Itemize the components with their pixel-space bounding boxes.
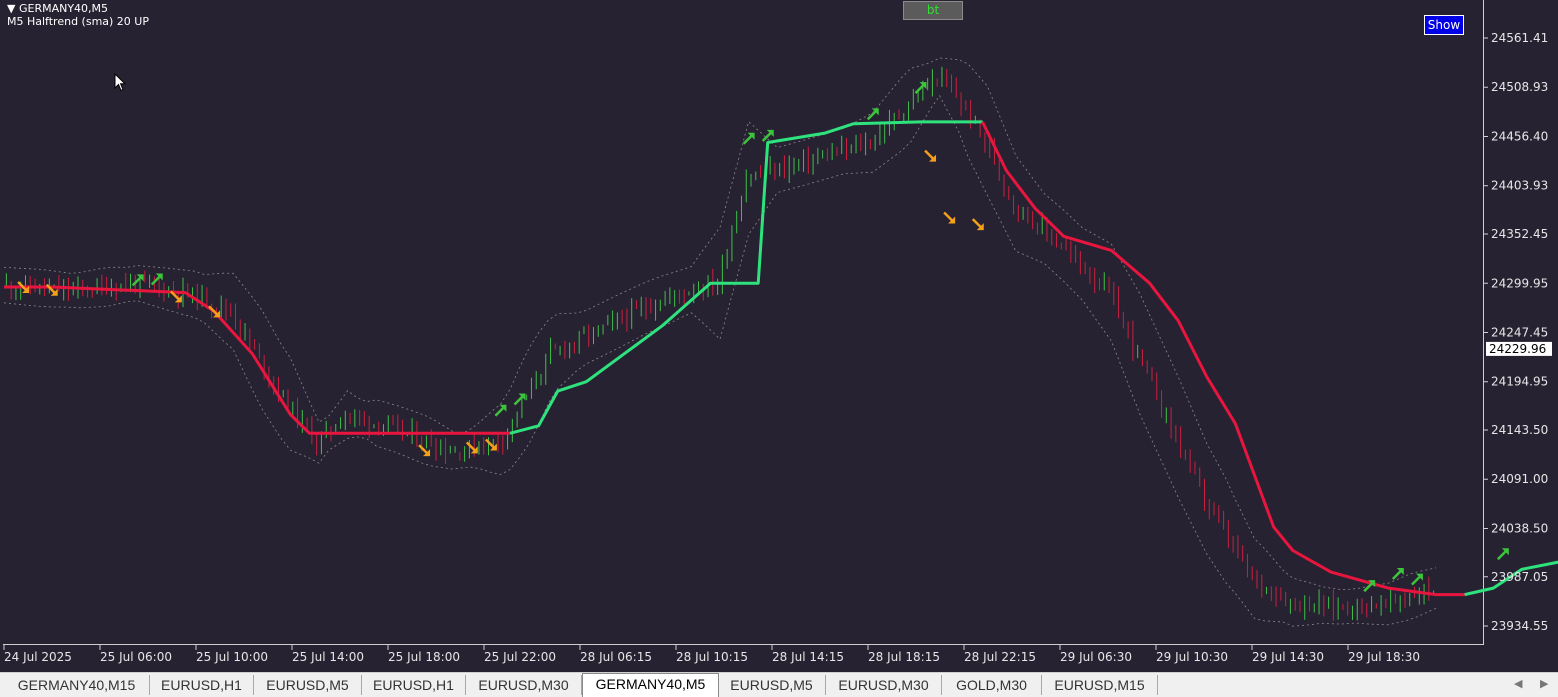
x-tick-label: 28 Jul 18:15 — [868, 650, 940, 664]
y-tick-label: 24299.95 — [1491, 276, 1548, 290]
upper-band — [3, 57, 1437, 590]
sell-arrow-icon — [418, 444, 431, 457]
y-tick-label: 24561.41 — [1491, 31, 1548, 45]
chart-tab[interactable]: GERMANY40,M15 — [4, 675, 150, 695]
x-tick-label: 29 Jul 10:30 — [1156, 650, 1228, 664]
buy-arrow-icon — [914, 82, 927, 94]
x-tick-label: 29 Jul 06:30 — [1060, 650, 1132, 664]
x-tick-label: 25 Jul 14:00 — [292, 650, 364, 664]
x-tick-label: 25 Jul 22:00 — [484, 650, 556, 664]
buy-arrow-icon — [131, 274, 144, 287]
y-tick-label: 24352.45 — [1491, 227, 1548, 241]
y-tick-label: 23934.55 — [1491, 619, 1548, 633]
chart-tab[interactable]: EURUSD,M5 — [254, 675, 362, 695]
x-tick-label: 28 Jul 10:15 — [676, 650, 748, 664]
y-tick-label: 24508.93 — [1491, 80, 1548, 94]
buy-arrow-icon — [150, 273, 163, 286]
show-button[interactable]: Show — [1424, 15, 1464, 35]
y-tick-label: 24091.00 — [1491, 472, 1548, 486]
sell-arrow-icon — [465, 441, 478, 454]
current-price-label: 24229.96 — [1489, 342, 1546, 356]
price-chart[interactable]: 24561.41 24508.93 24456.40 24403.93 24352.45… — [0, 0, 1558, 672]
indicator-title: M5 Halftrend (sma) 20 UP — [7, 15, 149, 28]
y-tick-label: 24194.95 — [1491, 375, 1548, 389]
chart-tab[interactable]: GOLD,M30 — [942, 675, 1042, 695]
x-tick-label: 28 Jul 14:15 — [772, 650, 844, 664]
x-tick-label: 25 Jul 18:00 — [388, 650, 460, 664]
sell-arrow-icon — [971, 218, 984, 231]
halftrend-down-line — [4, 285, 510, 435]
x-tick-label: 24 Jul 2025 — [4, 650, 72, 664]
sell-arrow-icon — [208, 305, 221, 318]
chart-tab-bar: ◀ ▶ GERMANY40,M15 EURUSD,H1 EURUSD,M5 EURUS… — [0, 672, 1558, 697]
mouse-cursor-icon — [114, 73, 126, 92]
symbol-title-text: GERMANY40,M5 — [18, 2, 109, 15]
sell-arrow-icon — [924, 149, 937, 162]
x-tick-label: 29 Jul 14:30 — [1252, 650, 1324, 664]
chart-tab[interactable]: EURUSD,M5 — [718, 675, 826, 695]
buy-arrow-icon — [494, 404, 507, 417]
symbol-title: ▼ GERMANY40,M5 — [7, 2, 108, 15]
lower-band — [3, 94, 1437, 627]
chart-tab[interactable]: EURUSD,H1 — [150, 675, 254, 695]
buy-arrow-icon — [866, 108, 879, 121]
x-tick-label: 25 Jul 06:00 — [100, 650, 172, 664]
y-tick-label: 24456.40 — [1491, 130, 1548, 144]
halftrend-up-line — [509, 120, 983, 435]
tab-scroll-left-icon[interactable]: ◀ — [1514, 677, 1522, 690]
buy-arrow-icon — [1496, 548, 1509, 561]
x-tick-label: 28 Jul 06:15 — [580, 650, 652, 664]
chart-tab[interactable]: EURUSD,M30 — [466, 675, 582, 695]
buy-arrow-icon — [1411, 573, 1423, 586]
bt-button[interactable]: bt — [903, 1, 963, 20]
x-tick-label: 25 Jul 10:00 — [196, 650, 268, 664]
x-tick-label: 29 Jul 18:30 — [1348, 650, 1420, 664]
chart-tab[interactable]: EURUSD,M30 — [826, 675, 942, 695]
y-tick-label: 24403.93 — [1491, 179, 1548, 193]
chart-tab[interactable]: GERMANY40,M5 — [582, 673, 719, 697]
sell-arrow-icon — [484, 438, 497, 451]
y-tick-label: 24038.50 — [1491, 521, 1548, 535]
chart-tab[interactable]: EURUSD,M15 — [1042, 675, 1158, 695]
tab-scroll-right-icon[interactable]: ▶ — [1540, 677, 1548, 690]
collapse-triangle-icon[interactable]: ▼ — [7, 2, 15, 15]
y-tick-label: 23987.05 — [1491, 570, 1548, 584]
y-tick-label: 24143.50 — [1491, 423, 1548, 437]
x-tick-label: 28 Jul 22:15 — [964, 650, 1036, 664]
chart-tab[interactable]: EURUSD,H1 — [362, 675, 466, 695]
sell-arrow-icon — [943, 211, 956, 224]
y-tick-label: 24247.45 — [1491, 325, 1548, 339]
buy-arrow-icon — [513, 393, 526, 406]
